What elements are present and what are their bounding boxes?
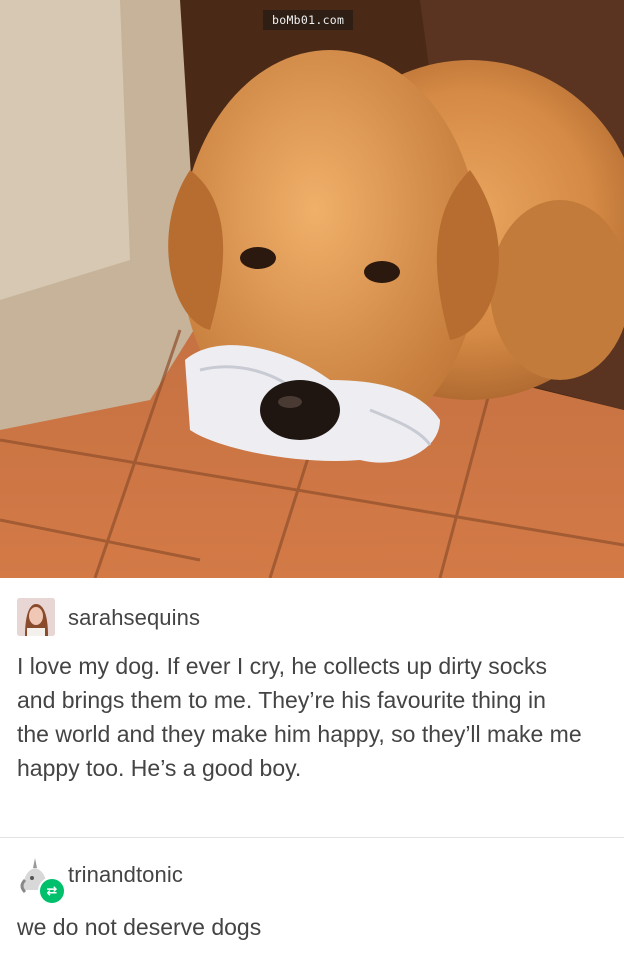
post-sarahsequins: sarahsequins I love my dog. If ever I cr… (0, 578, 624, 837)
watermark-label: boMb01.com (263, 10, 354, 30)
username[interactable]: sarahsequins (68, 605, 200, 631)
user-avatar-icon (17, 598, 55, 636)
post-body-text: I love my dog. If ever I cry, he collect… (17, 653, 582, 781)
post-body-text: we do not deserve dogs (17, 914, 262, 940)
post-trinandtonic: ⇄ trinandtonic we do not deserve dogs (0, 838, 624, 959)
post-photo[interactable]: boMb01.com (0, 0, 624, 578)
reblog-icon: ⇄ (38, 877, 66, 905)
dog-with-sock-icon (0, 0, 624, 578)
username[interactable]: trinandtonic (68, 862, 183, 888)
avatar[interactable] (17, 598, 55, 636)
